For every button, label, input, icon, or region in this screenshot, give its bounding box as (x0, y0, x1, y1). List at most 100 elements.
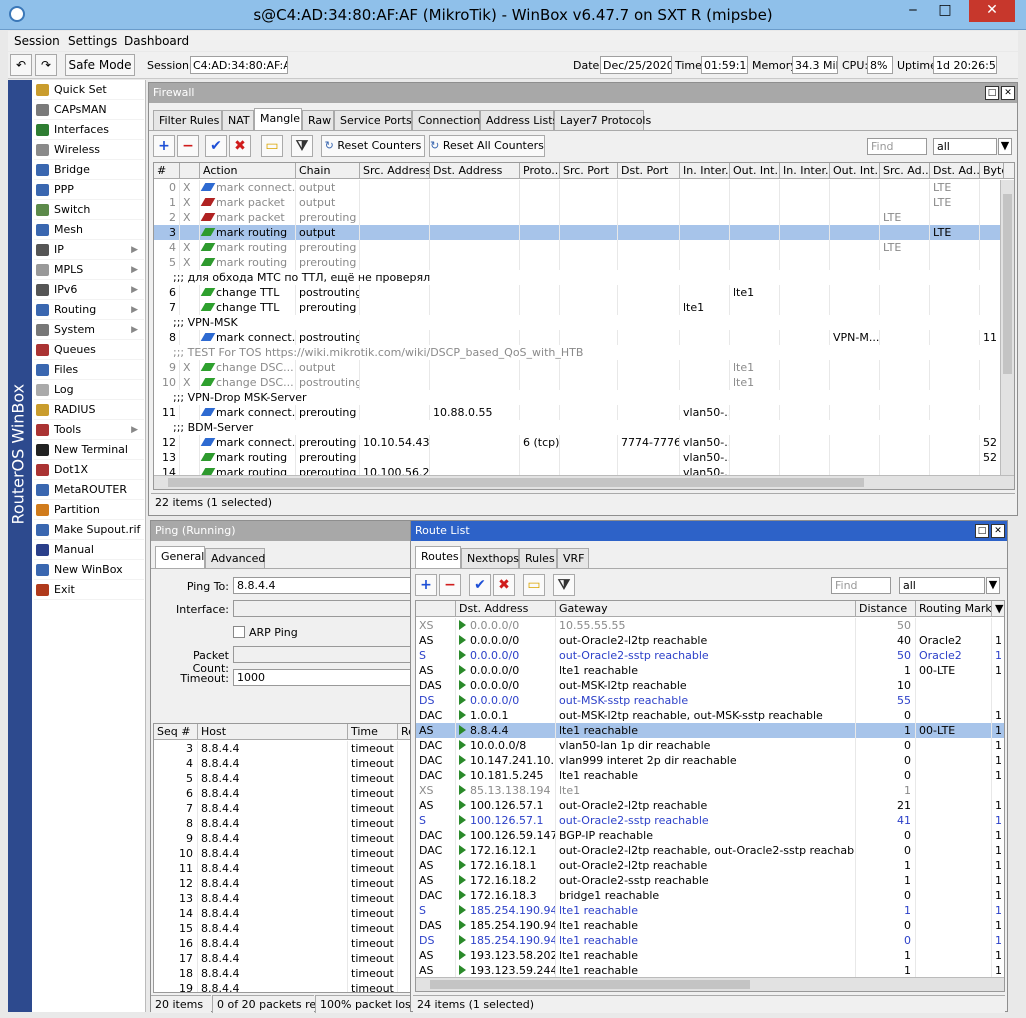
table-row[interactable]: AS 172.16.18.2 out-Oracle2-sstp reachable 1… (416, 873, 1004, 888)
table-row[interactable]: 9 8.8.4.4 timeout (154, 831, 410, 846)
table-row[interactable]: 14 8.8.4.4 timeout (154, 906, 410, 921)
column-chooser-icon[interactable]: ▼ (992, 601, 1004, 617)
sidebar-item-radius[interactable]: RADIUS (34, 400, 144, 420)
tab-filter-rules[interactable]: Filter Rules (153, 110, 222, 130)
table-row[interactable]: 9 Xchange DSC... output lte1 (154, 360, 1014, 375)
menu-dashboard[interactable]: Dashboard (124, 34, 189, 48)
table-row[interactable]: 5 8.8.4.4 timeout (154, 771, 410, 786)
firewall-filter-dropdown[interactable]: ▼ (998, 138, 1012, 155)
sidebar-item-ipv6[interactable]: IPv6 ▶ (34, 280, 144, 300)
timeout-input[interactable]: 1000 (233, 669, 411, 686)
undo-button[interactable]: ↶ (10, 54, 32, 76)
firewall-horizontal-scrollbar[interactable] (154, 475, 1014, 489)
column-header[interactable]: Seq # (154, 724, 198, 740)
route-comment-button[interactable]: ▭ (523, 574, 545, 596)
tab-address-lists[interactable]: Address Lists (480, 110, 558, 130)
remove-route-button[interactable]: − (439, 574, 461, 596)
disable-route-button[interactable]: ✖ (493, 574, 515, 596)
route-filter-button[interactable]: ⧩ (553, 574, 575, 596)
sidebar-item-system[interactable]: System ▶ (34, 320, 144, 340)
scroll-thumb[interactable] (1003, 194, 1012, 374)
table-comment-row[interactable]: ;;; BDM-Server (154, 420, 1014, 435)
table-row[interactable]: 6 8.8.4.4 timeout (154, 786, 410, 801)
sidebar-item-bridge[interactable]: Bridge (34, 160, 144, 180)
table-row[interactable]: AS 0.0.0.0/0 out-Oracle2-l2tp reachable 40 O… (416, 633, 1004, 648)
table-row[interactable]: 0 Xmark connect... output LTE (154, 180, 1014, 195)
table-row[interactable]: DS 185.254.190.94 lte1 reachable 0 1 (416, 933, 1004, 948)
tab-vrf[interactable]: VRF (557, 548, 589, 568)
column-header[interactable]: In. Inter... (680, 163, 730, 179)
sidebar-item-partition[interactable]: Partition (34, 500, 144, 520)
tab-routes[interactable]: Routes (415, 546, 461, 568)
table-comment-row[interactable]: ;;; для обхода МТС по ТТЛ, ещё не провер… (154, 270, 1014, 285)
table-row[interactable]: 8 mark connect... postrouting VPN-M... 11 (154, 330, 1014, 345)
table-row[interactable]: 1 Xmark packet output LTE (154, 195, 1014, 210)
table-row[interactable]: 4 8.8.4.4 timeout (154, 756, 410, 771)
column-header[interactable]: # (154, 163, 180, 179)
route-list-close-button[interactable]: ✕ (991, 524, 1005, 538)
table-row[interactable]: DAC 10.147.241.10... vlan999 interet 2p di… (416, 753, 1004, 768)
column-header[interactable] (416, 601, 456, 617)
sidebar-item-ip[interactable]: IP ▶ (34, 240, 144, 260)
sidebar-item-manual[interactable]: Manual (34, 540, 144, 560)
menu-settings[interactable]: Settings (68, 34, 117, 48)
sidebar-item-new-winbox[interactable]: New WinBox (34, 560, 144, 580)
column-header[interactable]: Distance (856, 601, 916, 617)
table-row[interactable]: DAC 10.0.0.0/8 vlan50-lan 1p dir reachable… (416, 738, 1004, 753)
scroll-thumb[interactable] (430, 980, 750, 989)
column-header[interactable] (180, 163, 200, 179)
table-row[interactable]: 12 8.8.4.4 timeout (154, 876, 410, 891)
sidebar-item-make-supout-rif[interactable]: Make Supout.rif (34, 520, 144, 540)
column-header[interactable]: Src. Address (360, 163, 430, 179)
column-header[interactable]: In. Inter... (780, 163, 830, 179)
table-row[interactable]: 11 mark connect... prerouting 10.88.0.55 vla… (154, 405, 1014, 420)
sidebar-item-tools[interactable]: Tools ▶ (34, 420, 144, 440)
tab-service-ports[interactable]: Service Ports (334, 110, 412, 130)
column-header[interactable]: Gateway (556, 601, 856, 617)
sidebar-item-quick-set[interactable]: Quick Set (34, 80, 144, 100)
table-row[interactable]: XS 85.13.138.194 lte1 1 (416, 783, 1004, 798)
column-header[interactable]: Time (348, 724, 398, 740)
column-header[interactable]: Chain (296, 163, 360, 179)
table-row[interactable]: S 100.126.57.1 out-Oracle2-sstp reachable 4… (416, 813, 1004, 828)
route-find-input[interactable]: Find (831, 577, 891, 594)
enable-rule-button[interactable]: ✔ (205, 135, 227, 157)
column-header[interactable]: Out. Int... (730, 163, 780, 179)
table-row[interactable]: 8 8.8.4.4 timeout (154, 816, 410, 831)
sidebar-item-mesh[interactable]: Mesh (34, 220, 144, 240)
table-row[interactable]: AS 8.8.4.4 lte1 reachable 1 00-LTE 1 (416, 723, 1004, 738)
reset-counters-button[interactable]: ↻ Reset Counters (321, 135, 425, 157)
table-row[interactable]: 12 mark connect... prerouting 10.10.54.43 6 … (154, 435, 1014, 450)
column-header[interactable]: Src. Ad... (880, 163, 930, 179)
tab-layer7-protocols[interactable]: Layer7 Protocols (554, 110, 651, 130)
sidebar-item-switch[interactable]: Switch (34, 200, 144, 220)
arp-ping-checkbox[interactable] (233, 626, 245, 638)
table-comment-row[interactable]: ;;; VPN-MSK (154, 315, 1014, 330)
add-rule-button[interactable]: + (153, 135, 175, 157)
table-row[interactable]: S 0.0.0.0/0 out-Oracle2-sstp reachable 50 Or… (416, 648, 1004, 663)
table-row[interactable]: 7 8.8.4.4 timeout (154, 801, 410, 816)
filter-button[interactable]: ⧩ (291, 135, 313, 157)
sidebar-item-log[interactable]: Log (34, 380, 144, 400)
column-header[interactable]: Dst. Ad... (930, 163, 980, 179)
table-row[interactable]: DAC 100.126.59.147 BGP-IP reachable 0 1 (416, 828, 1004, 843)
sidebar-item-metarouter[interactable]: MetaROUTER (34, 480, 144, 500)
table-row[interactable]: 2 Xmark packet prerouting LTE (154, 210, 1014, 225)
maximize-button[interactable]: □ (930, 0, 960, 22)
table-row[interactable]: DAC 10.181.5.245 lte1 reachable 0 1 (416, 768, 1004, 783)
tab-nat[interactable]: NAT (222, 110, 254, 130)
sidebar-item-dot1x[interactable]: Dot1X (34, 460, 144, 480)
minimize-button[interactable]: ‒ (898, 0, 928, 22)
sidebar-item-capsman[interactable]: CAPsMAN (34, 100, 144, 120)
safe-mode-button[interactable]: Safe Mode (65, 54, 135, 76)
table-row[interactable]: 10 8.8.4.4 timeout (154, 846, 410, 861)
column-header[interactable]: Action (200, 163, 296, 179)
sidebar-item-queues[interactable]: Queues (34, 340, 144, 360)
disable-rule-button[interactable]: ✖ (229, 135, 251, 157)
sidebar-item-new-terminal[interactable]: New Terminal (34, 440, 144, 460)
column-header[interactable]: Dst. Address (430, 163, 520, 179)
ping-to-input[interactable]: 8.8.4.4 (233, 577, 411, 594)
tab-connections[interactable]: Connections (412, 110, 486, 130)
scroll-thumb[interactable] (168, 478, 864, 487)
table-row[interactable]: DAS 185.254.190.94 lte1 reachable 0 1 (416, 918, 1004, 933)
